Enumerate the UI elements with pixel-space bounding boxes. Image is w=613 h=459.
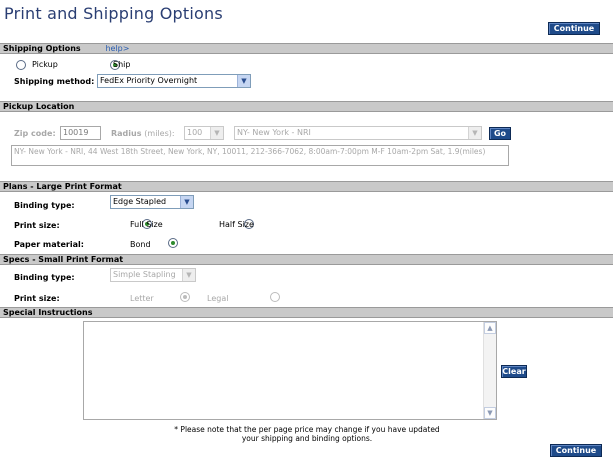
full-size-label: Full Size (130, 220, 163, 229)
shipping-method-select[interactable]: FedEx Priority Overnight ▼ (97, 74, 251, 88)
pickup-address-display: NY- New York - NRI, 44 West 18th Street,… (11, 145, 509, 166)
help-link[interactable]: help> (105, 44, 129, 53)
chevron-down-icon: ▼ (237, 75, 250, 87)
radius-label-text: Radius (111, 129, 142, 138)
radius-select[interactable]: 100 ▼ (184, 126, 224, 140)
scroll-down-icon[interactable]: ▼ (484, 407, 496, 419)
continue-button-top[interactable]: Continue (548, 22, 600, 35)
ship-radio-label: Ship (113, 60, 131, 69)
price-note-line-2: your shipping and binding options. (241, 434, 373, 443)
price-note: * Please note that the per page price ma… (120, 425, 494, 443)
plans-large-format-header: Plans - Large Print Format (0, 181, 613, 192)
specs-binding-type-select[interactable]: Simple Stapling ▼ (110, 268, 196, 282)
shipping-method-label: Shipping method: (14, 77, 95, 86)
shipping-options-title: Shipping Options (3, 44, 81, 53)
go-button[interactable]: Go (489, 127, 511, 140)
plans-binding-type-select[interactable]: Edge Stapled ▼ (110, 195, 194, 209)
pickup-location-title: Pickup Location (3, 102, 75, 111)
specs-print-size-label: Print size: (14, 294, 60, 303)
plans-large-format-title: Plans - Large Print Format (3, 182, 122, 191)
specs-binding-type-value: Simple Stapling (113, 270, 176, 279)
plans-print-size-label: Print size: (14, 221, 60, 230)
chevron-down-icon: ▼ (210, 127, 223, 139)
plans-binding-type-label: Binding type: (14, 201, 75, 210)
special-instructions-title: Special Instructions (3, 308, 93, 317)
pickup-radio[interactable] (16, 60, 26, 70)
plans-binding-type-value: Edge Stapled (113, 197, 167, 206)
shipping-method-value: FedEx Priority Overnight (100, 76, 198, 85)
half-size-label: Half Size (219, 220, 254, 229)
pickup-radio-label: Pickup (32, 60, 58, 69)
chevron-down-icon: ▼ (180, 196, 193, 208)
continue-button-bottom[interactable]: Continue (550, 444, 602, 457)
bond-label: Bond (130, 240, 151, 249)
radius-unit: (miles): (144, 129, 175, 138)
zip-code-input[interactable]: 10019 (60, 126, 101, 140)
scroll-up-icon[interactable]: ▲ (484, 322, 496, 334)
specs-small-format-header: Specs - Small Print Format (0, 254, 613, 265)
special-instructions-header: Special Instructions (0, 307, 613, 318)
page-title: Print and Shipping Options (4, 4, 223, 23)
special-instructions-textarea[interactable]: ▲ ▼ (83, 321, 497, 420)
bond-radio[interactable] (167, 238, 178, 248)
letter-label: Letter (130, 294, 154, 303)
clear-button[interactable]: Clear (501, 365, 527, 378)
legal-radio[interactable] (270, 292, 281, 302)
pickup-location-select[interactable]: NY- New York - NRI ▼ (234, 126, 482, 140)
shipping-options-header: Shipping Options help> (0, 43, 613, 54)
pickup-location-header: Pickup Location (0, 101, 613, 112)
radius-value: 100 (187, 128, 203, 137)
zip-code-label: Zip code: (14, 129, 56, 138)
paper-material-label: Paper material: (14, 240, 84, 249)
chevron-down-icon: ▼ (468, 127, 481, 139)
pickup-location-value: NY- New York - NRI (237, 128, 311, 137)
radius-label: Radius (miles): (111, 129, 175, 138)
textarea-scrollbar[interactable]: ▲ ▼ (483, 322, 496, 419)
legal-label: Legal (207, 294, 229, 303)
letter-radio[interactable] (180, 292, 191, 302)
specs-binding-type-label: Binding type: (14, 273, 75, 282)
specs-small-format-title: Specs - Small Print Format (3, 255, 124, 264)
price-note-line-1: * Please note that the per page price ma… (174, 425, 440, 434)
chevron-down-icon: ▼ (182, 269, 195, 281)
